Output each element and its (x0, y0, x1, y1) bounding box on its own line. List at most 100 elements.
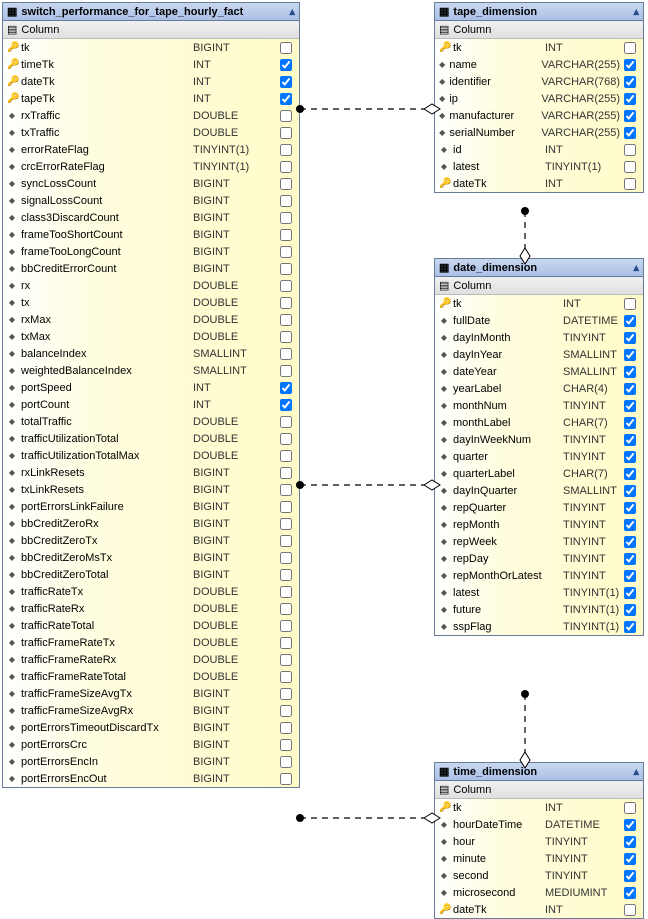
column-checkbox[interactable] (624, 332, 636, 344)
column-checkbox[interactable] (280, 280, 292, 292)
table-row[interactable]: ◆txLinkResetsBIGINT (3, 481, 299, 498)
column-checkbox[interactable] (280, 535, 292, 547)
column-checkbox[interactable] (624, 383, 636, 395)
table-row[interactable]: ◆frameTooShortCountBIGINT (3, 226, 299, 243)
column-checkbox[interactable] (280, 450, 292, 462)
column-checkbox[interactable] (624, 819, 636, 831)
table-row[interactable]: 🔑tkINT (435, 295, 643, 312)
table-row[interactable]: ◆monthLabelCHAR(7) (435, 414, 643, 431)
table-row[interactable]: 🔑dateTkINT (435, 175, 643, 192)
table-row[interactable]: ◆nameVARCHAR(255) (435, 56, 643, 73)
table-row[interactable]: ◆rxLinkResetsBIGINT (3, 464, 299, 481)
table-row[interactable]: ◆totalTrafficDOUBLE (3, 413, 299, 430)
table-row[interactable]: ◆bbCreditErrorCountBIGINT (3, 260, 299, 277)
table-row[interactable]: ◆dayInWeekNumTINYINT (435, 431, 643, 448)
table-row[interactable]: ◆portErrorsEncInBIGINT (3, 753, 299, 770)
column-checkbox[interactable] (280, 382, 292, 394)
column-checkbox[interactable] (280, 263, 292, 275)
table-row[interactable]: ◆txMaxDOUBLE (3, 328, 299, 345)
column-checkbox[interactable] (280, 569, 292, 581)
column-checkbox[interactable] (280, 59, 292, 71)
table-row[interactable]: ◆microsecondMEDIUMINT (435, 884, 643, 901)
table-row[interactable]: 🔑dateTkINT (435, 901, 643, 918)
collapse-icon[interactable]: ▴ (633, 261, 639, 274)
table-row[interactable]: ◆minuteTINYINT (435, 850, 643, 867)
table-row[interactable]: ◆bbCreditZeroMsTxBIGINT (3, 549, 299, 566)
table-row[interactable]: 🔑tkBIGINT (3, 39, 299, 56)
column-checkbox[interactable] (280, 773, 292, 785)
table-row[interactable]: ◆futureTINYINT(1) (435, 601, 643, 618)
column-checkbox[interactable] (280, 314, 292, 326)
column-checkbox[interactable] (624, 178, 636, 190)
column-checkbox[interactable] (624, 59, 636, 71)
column-checkbox[interactable] (280, 144, 292, 156)
table-row[interactable]: ◆portErrorsTimeoutDiscardTxBIGINT (3, 719, 299, 736)
table-row[interactable]: ◆bbCreditZeroTxBIGINT (3, 532, 299, 549)
collapse-icon[interactable]: ▴ (633, 5, 639, 18)
table-row[interactable]: ◆trafficRateTxDOUBLE (3, 583, 299, 600)
table-row[interactable]: 🔑dateTkINT (3, 73, 299, 90)
table-row[interactable]: ◆rxTrafficDOUBLE (3, 107, 299, 124)
table-row[interactable]: ◆crcErrorRateFlagTINYINT(1) (3, 158, 299, 175)
table-row[interactable]: ◆trafficFrameSizeAvgRxBIGINT (3, 702, 299, 719)
table-row[interactable]: ◆hourTINYINT (435, 833, 643, 850)
column-checkbox[interactable] (624, 315, 636, 327)
column-checkbox[interactable] (280, 399, 292, 411)
table-row[interactable]: ◆portCountINT (3, 396, 299, 413)
column-checkbox[interactable] (280, 433, 292, 445)
table-row[interactable]: 🔑timeTkINT (3, 56, 299, 73)
table-title-bar[interactable]: ▦time_dimension▴ (435, 763, 643, 781)
column-checkbox[interactable] (280, 739, 292, 751)
column-checkbox[interactable] (280, 246, 292, 258)
table-title-bar[interactable]: ▦switch_performance_for_tape_hourly_fact… (3, 3, 299, 21)
table-row[interactable]: ◆quarterLabelCHAR(7) (435, 465, 643, 482)
table-row[interactable]: ◆dateYearSMALLINT (435, 363, 643, 380)
table-row[interactable]: ◆class3DiscardCountBIGINT (3, 209, 299, 226)
table-row[interactable]: ◆repQuarterTINYINT (435, 499, 643, 516)
table-row[interactable]: ◆portErrorsLinkFailureBIGINT (3, 498, 299, 515)
table-row[interactable]: ◆frameTooLongCountBIGINT (3, 243, 299, 260)
table-row[interactable]: ◆trafficRateTotalDOUBLE (3, 617, 299, 634)
table-title-bar[interactable]: ▦date_dimension▴ (435, 259, 643, 277)
column-checkbox[interactable] (280, 416, 292, 428)
table-tape[interactable]: ▦tape_dimension▴▤Column🔑tkINT◆nameVARCHA… (434, 2, 644, 193)
table-row[interactable]: ◆identifierVARCHAR(768) (435, 73, 643, 90)
column-checkbox[interactable] (280, 93, 292, 105)
column-checkbox[interactable] (280, 705, 292, 717)
table-row[interactable]: ◆repWeekTINYINT (435, 533, 643, 550)
table-row[interactable]: ◆syncLossCountBIGINT (3, 175, 299, 192)
table-row[interactable]: ◆secondTINYINT (435, 867, 643, 884)
table-time[interactable]: ▦time_dimension▴▤Column🔑tkINT◆hourDateTi… (434, 762, 644, 919)
column-checkbox[interactable] (280, 484, 292, 496)
column-checkbox[interactable] (624, 144, 636, 156)
table-fact[interactable]: ▦switch_performance_for_tape_hourly_fact… (2, 2, 300, 788)
table-row[interactable]: ◆trafficFrameRateTxDOUBLE (3, 634, 299, 651)
column-checkbox[interactable] (624, 417, 636, 429)
column-checkbox[interactable] (280, 688, 292, 700)
table-row[interactable]: ◆trafficFrameSizeAvgTxBIGINT (3, 685, 299, 702)
column-checkbox[interactable] (624, 349, 636, 361)
table-row[interactable]: ◆yearLabelCHAR(4) (435, 380, 643, 397)
column-checkbox[interactable] (624, 110, 636, 122)
column-checkbox[interactable] (280, 195, 292, 207)
table-row[interactable]: ◆trafficFrameRateRxDOUBLE (3, 651, 299, 668)
collapse-icon[interactable]: ▴ (633, 765, 639, 778)
column-checkbox[interactable] (624, 502, 636, 514)
table-row[interactable]: ◆quarterTINYINT (435, 448, 643, 465)
column-checkbox[interactable] (280, 620, 292, 632)
column-checkbox[interactable] (280, 110, 292, 122)
table-row[interactable]: ◆txDOUBLE (3, 294, 299, 311)
column-checkbox[interactable] (280, 501, 292, 513)
column-checkbox[interactable] (624, 853, 636, 865)
table-row[interactable]: ◆trafficFrameRateTotalDOUBLE (3, 668, 299, 685)
column-checkbox[interactable] (280, 331, 292, 343)
table-row[interactable]: ◆errorRateFlagTINYINT(1) (3, 141, 299, 158)
table-row[interactable]: ◆repMonthTINYINT (435, 516, 643, 533)
column-checkbox[interactable] (624, 604, 636, 616)
table-row[interactable]: ◆bbCreditZeroTotalBIGINT (3, 566, 299, 583)
table-row[interactable]: ◆trafficUtilizationTotalMaxDOUBLE (3, 447, 299, 464)
table-row[interactable]: ◆portSpeedINT (3, 379, 299, 396)
column-checkbox[interactable] (280, 229, 292, 241)
column-checkbox[interactable] (280, 365, 292, 377)
table-row[interactable]: ◆trafficRateRxDOUBLE (3, 600, 299, 617)
